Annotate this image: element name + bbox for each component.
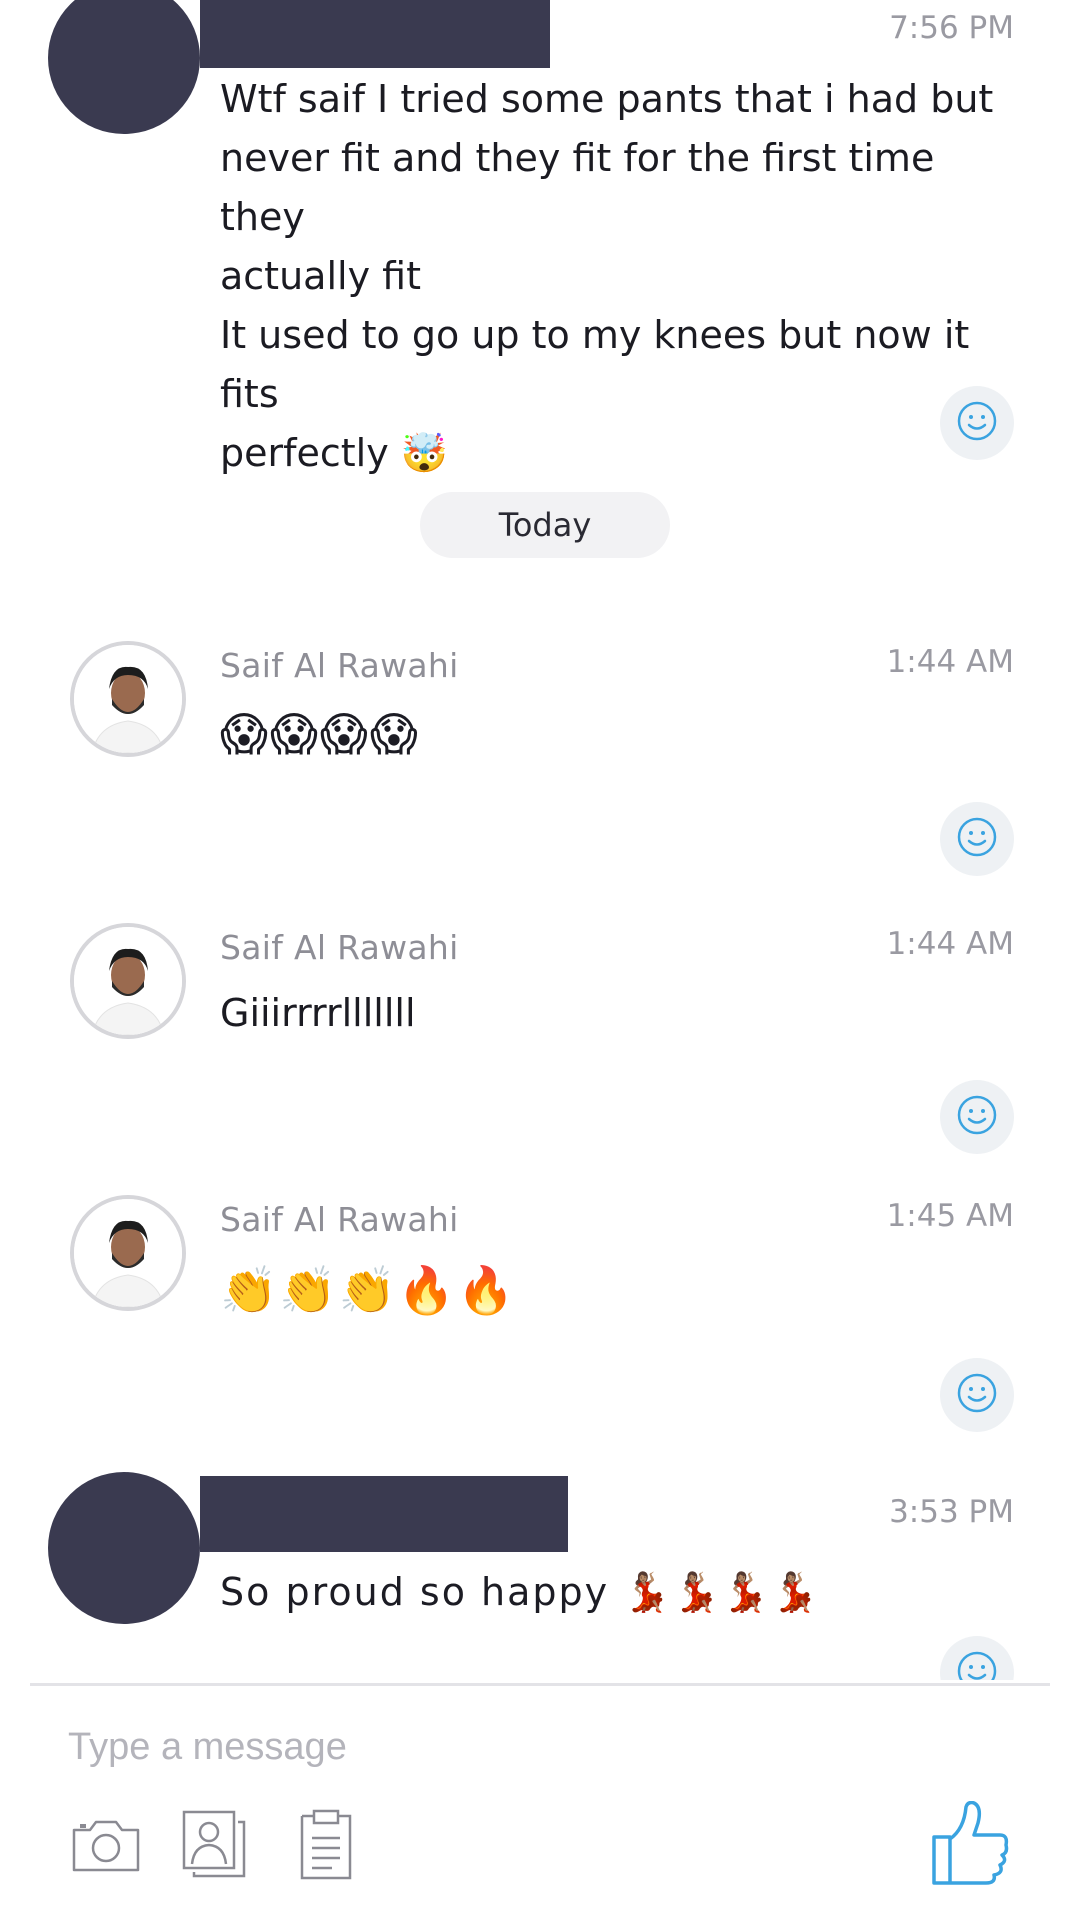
react-button[interactable] [940, 386, 1014, 460]
smiley-icon [956, 1372, 998, 1418]
avatar-redacted [48, 0, 200, 134]
sender-name-redacted [200, 1476, 568, 1552]
avatar[interactable] [70, 1195, 186, 1311]
message-time: 1:45 AM [886, 1198, 1014, 1234]
sender-name: Saif Al Rawahi [220, 1200, 459, 1239]
smiley-icon [956, 1094, 998, 1140]
sender-name: Saif Al Rawahi [220, 928, 459, 967]
message-line: never fit and they fit for the first tim… [220, 136, 935, 239]
camera-icon [70, 1814, 142, 1878]
document-button[interactable] [288, 1808, 364, 1884]
message-text: Giiirrrrlllllll [220, 991, 416, 1035]
message-input[interactable] [68, 1712, 888, 1782]
message-time: 1:44 AM [886, 644, 1014, 680]
message-time: 7:56 PM [889, 10, 1014, 46]
smiley-icon [956, 1650, 998, 1680]
react-button[interactable] [940, 1358, 1014, 1432]
photo-gallery-icon [178, 1808, 250, 1884]
date-divider: Today [420, 492, 670, 558]
thumbs-up-icon [928, 1800, 1010, 1891]
sender-name: Saif Al Rawahi [220, 646, 459, 685]
avatar-redacted [48, 1472, 200, 1624]
message-item: Saif Al Rawahi 1:44 AM 😱😱😱😱 [0, 636, 1080, 876]
message-line: It used to go up to my knees but now it … [220, 313, 970, 416]
message-item: 3:53 PM So proud so happy 💃🏽💃🏽💃🏽💃🏽 [0, 1470, 1080, 1680]
gallery-button[interactable] [176, 1808, 252, 1884]
avatar[interactable] [70, 923, 186, 1039]
message-text: 👏👏👏🔥🔥 [220, 1263, 517, 1317]
sender-name-redacted [200, 0, 550, 68]
smiley-icon [956, 400, 998, 446]
camera-button[interactable] [68, 1808, 144, 1884]
composer-divider [30, 1683, 1050, 1686]
message-text: Wtf saif I tried some pants that i had b… [220, 70, 1014, 483]
message-line: actually fit [220, 254, 421, 298]
message-text: 😱😱😱😱 [220, 707, 420, 761]
react-button[interactable] [940, 802, 1014, 876]
date-divider-label: Today [498, 506, 592, 544]
message-item: Saif Al Rawahi 1:45 AM 👏👏👏🔥🔥 [0, 1190, 1080, 1432]
message-item: 7:56 PM Wtf saif I tried some pants that… [0, 0, 1080, 475]
document-icon [298, 1808, 354, 1884]
message-line: perfectly 🤯 [220, 431, 449, 475]
smiley-icon [956, 816, 998, 862]
message-item: Saif Al Rawahi 1:44 AM Giiirrrrlllllll [0, 918, 1080, 1154]
message-time: 1:44 AM [886, 926, 1014, 962]
message-text: So proud so happy 💃🏽💃🏽💃🏽💃🏽 [220, 1570, 821, 1614]
message-time: 3:53 PM [889, 1494, 1014, 1530]
message-line: Wtf saif I tried some pants that i had b… [220, 77, 994, 121]
avatar[interactable] [70, 641, 186, 757]
send-like-button[interactable] [924, 1800, 1014, 1892]
react-button[interactable] [940, 1636, 1014, 1680]
react-button[interactable] [940, 1080, 1014, 1154]
